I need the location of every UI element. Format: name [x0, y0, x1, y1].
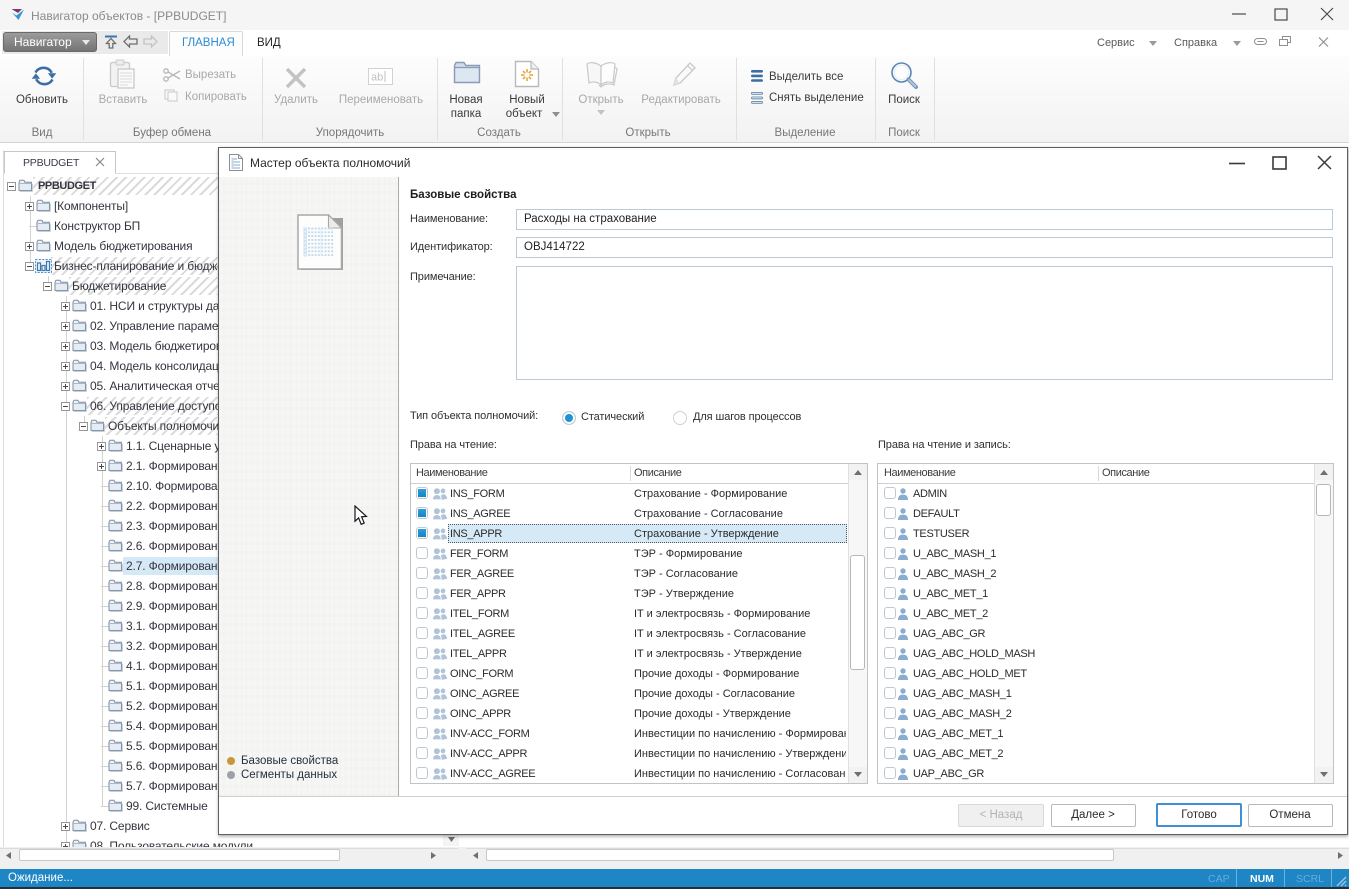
svg-text:ab: ab — [371, 72, 383, 84]
